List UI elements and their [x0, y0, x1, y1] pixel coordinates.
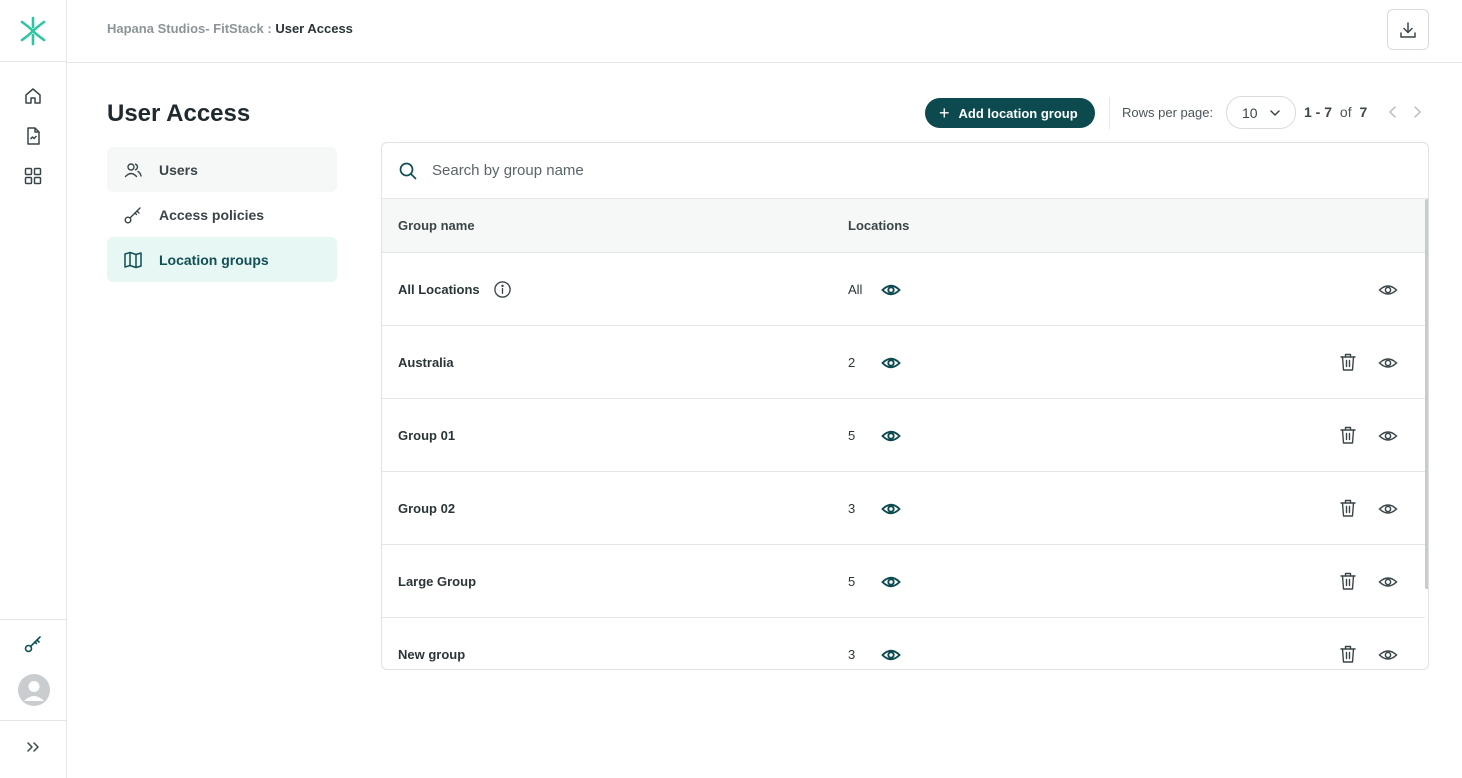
info-icon[interactable]	[493, 280, 512, 299]
rows-per-page-value: 10	[1242, 104, 1258, 121]
subnav-label-users: Users	[159, 161, 198, 178]
view-group-eye-icon[interactable]	[1378, 426, 1398, 446]
expand-rail-icon[interactable]	[21, 735, 45, 759]
user-avatar-icon	[24, 681, 44, 701]
table-body: All Locations All Australia 2 Group 01 5	[382, 253, 1425, 669]
search-bar	[382, 143, 1428, 199]
location-groups-table-card: Group name Locations All Locations All A…	[381, 142, 1429, 670]
chevron-right-icon	[1414, 106, 1421, 118]
table-row[interactable]: Group 02 3	[382, 472, 1425, 545]
location-count: 5	[848, 428, 856, 443]
view-group-eye-icon[interactable]	[1378, 353, 1398, 373]
trash-icon[interactable]	[1339, 571, 1357, 591]
location-count: 3	[848, 501, 856, 516]
location-count: 5	[848, 574, 856, 589]
search-icon	[398, 161, 418, 181]
group-name: All Locations	[398, 282, 480, 297]
breadcrumb-org[interactable]: Hapana Studios- FitStack :	[107, 21, 272, 36]
key-icon	[123, 205, 143, 225]
user-access-subnav: Users Access policies Location groups	[107, 147, 337, 282]
plus-icon: +	[939, 103, 950, 123]
table-row[interactable]: Australia 2	[382, 326, 1425, 399]
toolbar-divider	[1109, 97, 1110, 129]
subnav-item-users[interactable]: Users	[107, 147, 337, 192]
location-count: 3	[848, 647, 856, 662]
subnav-item-access-policies[interactable]: Access policies	[107, 192, 337, 237]
view-group-eye-icon[interactable]	[1378, 280, 1398, 300]
previous-page-button[interactable]	[1385, 103, 1401, 121]
search-input[interactable]	[432, 162, 1332, 179]
view-group-eye-icon[interactable]	[1378, 572, 1398, 592]
view-locations-eye-icon[interactable]	[881, 645, 901, 665]
users-icon	[123, 160, 143, 180]
trash-icon[interactable]	[1339, 498, 1357, 518]
view-locations-eye-icon[interactable]	[881, 280, 901, 300]
group-name: Large Group	[398, 574, 477, 589]
pagination-range: 1 - 7	[1304, 104, 1333, 120]
breadcrumb: Hapana Studios- FitStack : User Access	[107, 21, 353, 36]
map-icon	[123, 250, 143, 270]
pagination-total: 7	[1359, 104, 1368, 120]
access-key-icon[interactable]	[21, 632, 45, 656]
download-icon	[1400, 21, 1416, 38]
table-row[interactable]: Large Group 5	[382, 545, 1425, 618]
view-locations-eye-icon[interactable]	[881, 572, 901, 592]
breadcrumb-current: User Access	[275, 21, 353, 36]
trash-icon[interactable]	[1339, 425, 1357, 445]
group-name: Group 01	[398, 428, 456, 443]
rail-divider-bottom	[0, 720, 66, 721]
rows-per-page-label: Rows per page:	[1122, 105, 1214, 120]
chevron-down-icon	[1270, 110, 1280, 116]
table-row[interactable]: Group 01 5	[382, 399, 1425, 472]
app-root: Hapana Studios- FitStack : User Access U…	[0, 0, 1462, 778]
avatar[interactable]	[18, 674, 50, 706]
trash-icon[interactable]	[1339, 352, 1357, 372]
column-header-group-name[interactable]: Group name	[398, 218, 475, 233]
group-name: Australia	[398, 355, 454, 370]
pagination-summary: 1 - 7 of 7	[1304, 104, 1367, 120]
view-group-eye-icon[interactable]	[1378, 645, 1398, 665]
column-header-locations: Locations	[848, 218, 910, 233]
location-count: All	[848, 282, 863, 297]
page-title: User Access	[107, 100, 251, 127]
add-location-group-label: Add location group	[958, 105, 1078, 121]
table-row[interactable]: New group 3	[382, 618, 1425, 669]
rows-per-page-select[interactable]: 10	[1226, 96, 1296, 129]
app-logo[interactable]	[0, 0, 66, 62]
group-name: Group 02	[398, 501, 456, 516]
logo-icon	[20, 16, 46, 45]
view-locations-eye-icon[interactable]	[881, 426, 901, 446]
trash-icon[interactable]	[1339, 644, 1357, 664]
subnav-label-location-groups: Location groups	[159, 251, 269, 268]
pagination-of: of	[1339, 104, 1352, 120]
view-group-eye-icon[interactable]	[1378, 499, 1398, 519]
chevron-left-icon	[1389, 106, 1396, 118]
top-bar: Hapana Studios- FitStack : User Access	[67, 0, 1462, 63]
view-locations-eye-icon[interactable]	[881, 499, 901, 519]
left-rail	[0, 0, 67, 778]
next-page-button[interactable]	[1409, 103, 1425, 121]
subnav-item-location-groups[interactable]: Location groups	[107, 237, 337, 282]
group-name: New group	[398, 647, 466, 662]
home-icon[interactable]	[21, 84, 45, 108]
download-button[interactable]	[1387, 9, 1429, 50]
table-row[interactable]: All Locations All	[382, 253, 1425, 326]
report-icon[interactable]	[21, 124, 45, 148]
apps-grid-icon[interactable]	[21, 164, 45, 188]
table-scrollbar[interactable]	[1425, 199, 1428, 589]
rail-divider	[0, 619, 66, 620]
location-count: 2	[848, 355, 856, 370]
view-locations-eye-icon[interactable]	[881, 353, 901, 373]
subnav-label-access-policies: Access policies	[159, 206, 265, 223]
table-header: Group name Locations	[382, 199, 1425, 253]
add-location-group-button[interactable]: + Add location group	[925, 98, 1095, 128]
